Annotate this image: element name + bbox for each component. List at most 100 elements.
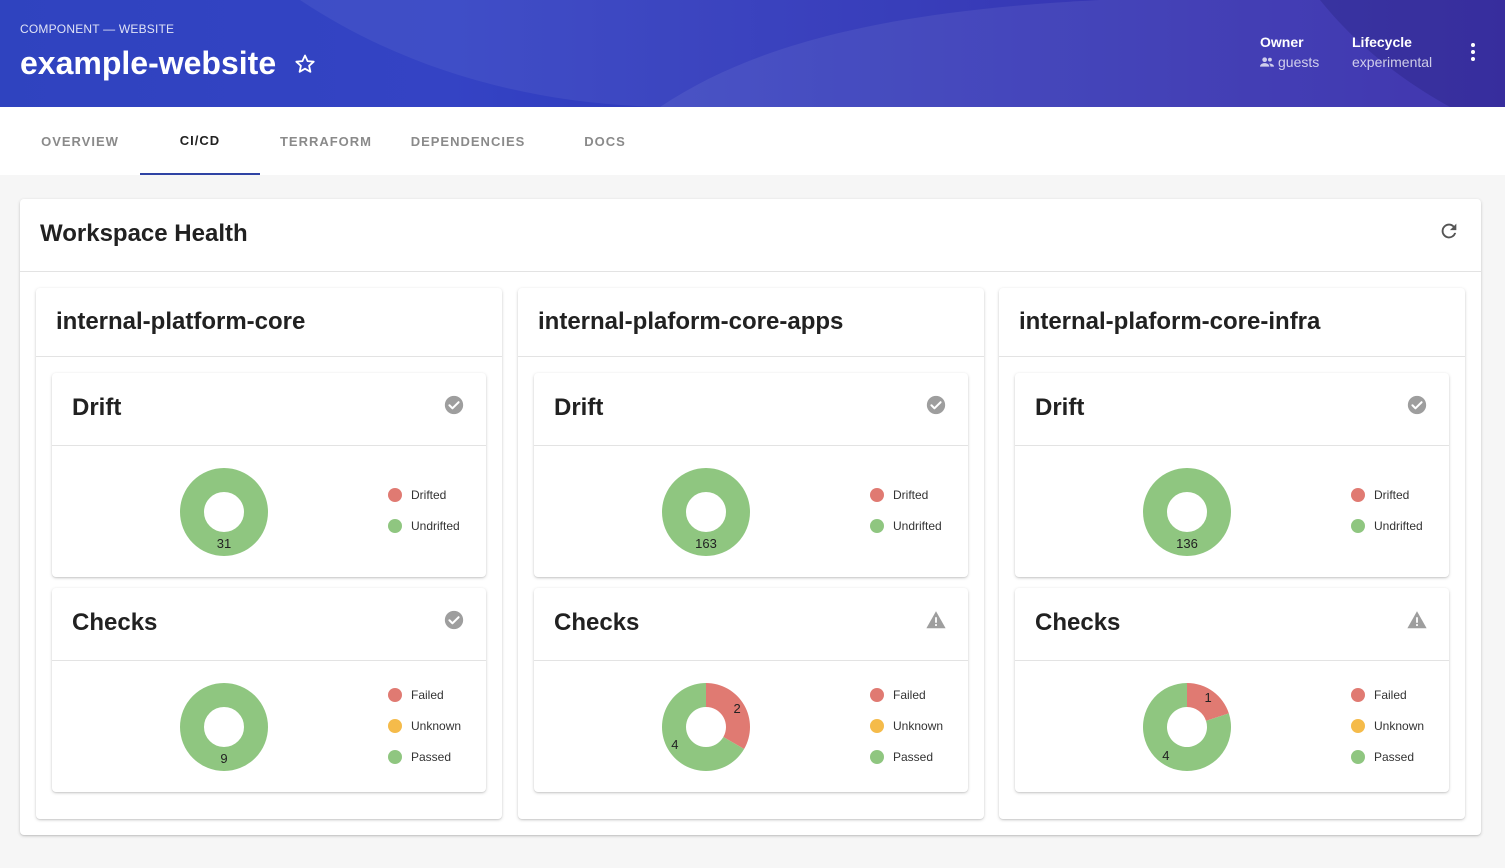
legend-dot	[1351, 519, 1365, 533]
workspace-title: internal-plaform-core-apps	[538, 308, 844, 335]
donut-chart: 9	[180, 683, 268, 771]
legend-dot	[870, 519, 884, 533]
donut-chart: 24	[662, 683, 750, 771]
page-header: COMPONENT — WEBSITE example-website Owne…	[0, 0, 1505, 107]
drift-title: Drift	[72, 394, 122, 421]
legend-item-drifted[interactable]: Drifted	[1351, 488, 1409, 502]
legend-item-undrifted[interactable]: Undrifted	[388, 519, 460, 533]
drift-divider	[534, 445, 968, 446]
legend-label: Undrifted	[411, 519, 460, 533]
check-circle-icon	[444, 610, 464, 630]
lifecycle-label: Lifecycle	[1352, 34, 1412, 50]
legend-label: Passed	[893, 750, 934, 764]
legend-label: Unknown	[1374, 719, 1425, 733]
legend-dot	[388, 688, 402, 702]
drift-divider	[52, 445, 486, 446]
owner-value[interactable]: guests	[1260, 54, 1319, 70]
legend-item-failed[interactable]: Failed	[388, 688, 444, 702]
check-circle-icon	[444, 395, 464, 415]
checks-title: Checks	[554, 609, 640, 636]
legend-label: Undrifted	[1374, 519, 1423, 533]
undrifted-segment[interactable]	[1143, 468, 1231, 556]
legend-label: Drifted	[411, 488, 447, 502]
drift-card: Drift 136 Drifted Undrifted	[1015, 373, 1449, 577]
more-options-icon[interactable]	[1462, 40, 1484, 64]
legend-dot	[1351, 719, 1365, 733]
check-circle-icon	[1407, 395, 1427, 415]
legend-item-passed[interactable]: Passed	[870, 750, 933, 764]
page-title: example-website	[20, 45, 277, 81]
passed-segment[interactable]	[180, 683, 268, 771]
legend-label: Drifted	[1374, 488, 1410, 502]
workspace-health-title: Workspace Health	[40, 220, 248, 247]
undrifted-segment[interactable]	[180, 468, 268, 556]
legend-item-undrifted[interactable]: Undrifted	[1351, 519, 1423, 533]
workspace-divider	[518, 356, 984, 357]
checks-card: Checks 9 Failed Unknown Passed	[52, 588, 486, 792]
legend-item-drifted[interactable]: Drifted	[388, 488, 446, 502]
tab-cicd[interactable]: CI/CD	[140, 107, 260, 175]
tab-bar: OVERVIEW CI/CD TERRAFORM DEPENDENCIES DO…	[0, 107, 1505, 175]
legend-label: Passed	[1374, 750, 1415, 764]
legend-label: Unknown	[411, 719, 462, 733]
legend-item-passed[interactable]: Passed	[1351, 750, 1414, 764]
group-icon	[1260, 57, 1274, 67]
checks-title: Checks	[72, 609, 158, 636]
workspace-title: internal-plaform-core-infra	[1019, 308, 1321, 335]
passed-segment-label: 4	[1162, 748, 1169, 763]
passed-segment-label: 4	[671, 737, 678, 752]
tab-dependencies[interactable]: DEPENDENCIES	[398, 107, 538, 175]
legend-dot	[388, 488, 402, 502]
legend-item-drifted[interactable]: Drifted	[870, 488, 928, 502]
legend-dot	[870, 750, 884, 764]
donut-chart: 31	[180, 468, 268, 556]
tab-overview[interactable]: OVERVIEW	[20, 107, 140, 175]
drift-title: Drift	[554, 394, 604, 421]
legend-item-failed[interactable]: Failed	[870, 688, 926, 702]
legend-item-unknown[interactable]: Unknown	[1351, 719, 1424, 733]
donut-chart: 14	[1143, 683, 1231, 771]
passed-segment-label: 9	[220, 751, 227, 766]
lifecycle-value: experimental	[1352, 54, 1433, 70]
checks-card: Checks 1 4 Failed Unknown Passed	[1015, 588, 1449, 792]
legend-item-unknown[interactable]: Unknown	[388, 719, 461, 733]
card-header-divider	[20, 271, 1481, 272]
warning-icon	[926, 611, 946, 629]
star-icon[interactable]	[293, 52, 317, 76]
breadcrumb[interactable]: COMPONENT — WEBSITE	[20, 22, 174, 36]
drift-card: Drift 31 Drifted Undrifted	[52, 373, 486, 577]
refresh-icon[interactable]	[1438, 220, 1460, 242]
failed-segment[interactable]	[706, 683, 750, 749]
legend-dot	[870, 488, 884, 502]
checks-divider	[534, 660, 968, 661]
legend-dot	[388, 750, 402, 764]
legend-item-passed[interactable]: Passed	[388, 750, 451, 764]
drift-divider	[1015, 445, 1449, 446]
undrifted-segment-label: 31	[217, 536, 231, 551]
legend-label: Drifted	[893, 488, 929, 502]
workspace-divider	[36, 356, 502, 357]
tab-docs[interactable]: DOCS	[555, 107, 655, 175]
failed-segment-label: 2	[734, 701, 741, 716]
undrifted-segment[interactable]	[662, 468, 750, 556]
legend-dot	[1351, 488, 1365, 502]
lifecycle-meta: Lifecycle experimental	[1352, 34, 1432, 70]
workspace-card: internal-plaform-core-infra Drift 136 Drift…	[999, 288, 1465, 819]
legend-label: Failed	[1374, 688, 1407, 702]
undrifted-segment-label: 136	[1176, 536, 1198, 551]
legend-item-undrifted[interactable]: Undrifted	[870, 519, 942, 533]
legend-item-unknown[interactable]: Unknown	[870, 719, 943, 733]
tab-terraform[interactable]: TERRAFORM	[266, 107, 386, 175]
owner-label: Owner	[1260, 34, 1304, 50]
legend-label: Passed	[411, 750, 452, 764]
legend-dot	[1351, 688, 1365, 702]
legend-item-failed[interactable]: Failed	[1351, 688, 1407, 702]
drift-card: Drift 163 Drifted Undrifted	[534, 373, 968, 577]
legend-dot	[388, 519, 402, 533]
owner-name[interactable]: guests	[1278, 54, 1319, 70]
legend-label: Undrifted	[893, 519, 942, 533]
donut-chart: 136	[1143, 468, 1231, 556]
legend-dot	[870, 688, 884, 702]
workspace-title: internal-platform-core	[56, 308, 306, 335]
failed-segment-label: 1	[1205, 690, 1212, 705]
